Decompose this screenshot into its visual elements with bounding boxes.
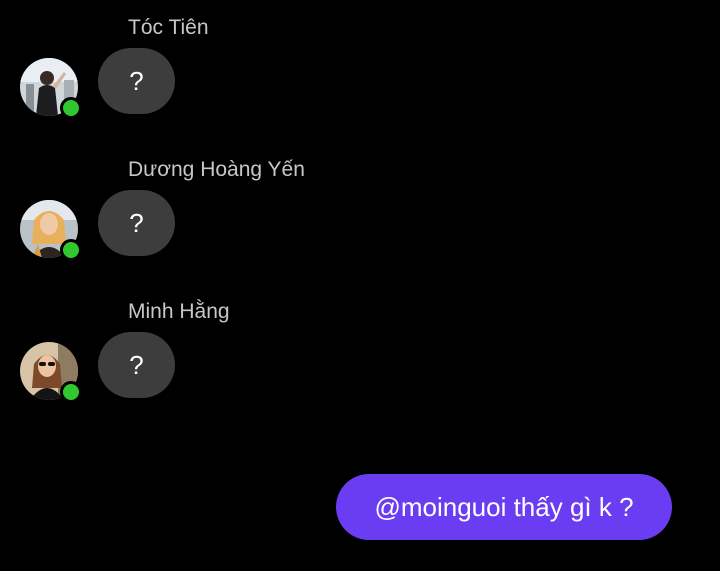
avatar[interactable] [20, 342, 82, 403]
online-status-dot [60, 381, 82, 403]
sender-name: Minh Hằng [128, 300, 230, 323]
incoming-message-bubble[interactable]: ? [98, 332, 175, 398]
avatar[interactable] [20, 200, 82, 261]
avatar[interactable] [20, 58, 82, 119]
online-status-dot [60, 239, 82, 261]
online-status-dot [60, 97, 82, 119]
outgoing-message-bubble[interactable]: @moinguoi thấy gì k ? [336, 474, 672, 540]
incoming-message-bubble[interactable]: ? [98, 190, 175, 256]
sender-name: Tóc Tiên [128, 16, 209, 39]
incoming-message-bubble[interactable]: ? [98, 48, 175, 114]
sender-name: Dương Hoàng Yến [128, 158, 305, 181]
